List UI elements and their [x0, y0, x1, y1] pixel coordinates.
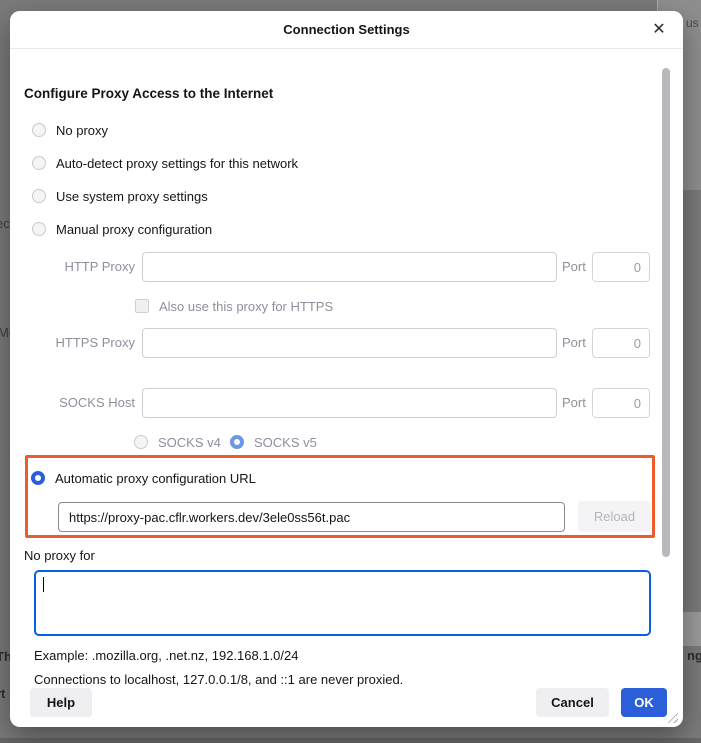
radio-row-auto-detect[interactable]: Auto-detect proxy settings for this netw… — [32, 155, 298, 171]
socks-host-input[interactable] — [142, 388, 557, 418]
text-caret — [43, 577, 44, 592]
background-text-fragment: us — [686, 16, 699, 30]
radio-label: Manual proxy configuration — [56, 222, 212, 237]
ok-button[interactable]: OK — [621, 688, 667, 717]
proxy-url-input[interactable] — [58, 502, 565, 532]
radio-row-socks-v4[interactable]: SOCKS v4 — [134, 434, 221, 450]
radio-row-manual-proxy[interactable]: Manual proxy configuration — [32, 221, 212, 237]
radio-icon[interactable] — [32, 189, 46, 203]
radio-label: SOCKS v5 — [254, 435, 317, 450]
checkbox-label: Also use this proxy for HTTPS — [159, 299, 333, 314]
radio-icon[interactable] — [134, 435, 148, 449]
radio-label: Use system proxy settings — [56, 189, 208, 204]
checkbox-icon[interactable] — [135, 299, 149, 313]
radio-icon-selected[interactable] — [230, 435, 244, 449]
https-proxy-input[interactable] — [142, 328, 557, 358]
radio-icon[interactable] — [32, 222, 46, 236]
background-text-fragment: ec — [0, 216, 10, 231]
socks-port-label: Port — [562, 388, 586, 418]
reload-button[interactable]: Reload — [578, 501, 651, 532]
close-icon[interactable]: ✕ — [647, 18, 671, 42]
dialog-title: Connection Settings — [10, 11, 683, 49]
https-port-label: Port — [562, 328, 586, 358]
radio-label: Auto-detect proxy settings for this netw… — [56, 156, 298, 171]
background-text-fragment: rt — [0, 686, 5, 701]
radio-icon[interactable] — [32, 156, 46, 170]
section-heading: Configure Proxy Access to the Internet — [24, 86, 273, 101]
http-port-label: Port — [562, 252, 586, 282]
http-port-input[interactable] — [592, 252, 650, 282]
help-button[interactable]: Help — [30, 688, 92, 717]
cancel-button[interactable]: Cancel — [536, 688, 609, 717]
dialog-header: Connection Settings ✕ — [10, 11, 683, 49]
radio-row-socks-v5[interactable]: SOCKS v5 — [230, 434, 317, 450]
screen: ec Me Th rt ng us Connection Settings ✕ … — [0, 0, 701, 743]
use-for-https-checkbox-row[interactable]: Also use this proxy for HTTPS — [135, 298, 333, 314]
socks-port-input[interactable] — [592, 388, 650, 418]
socks-host-label: SOCKS Host — [24, 388, 135, 418]
radio-row-system-proxy[interactable]: Use system proxy settings — [32, 188, 208, 204]
radio-icon[interactable] — [32, 123, 46, 137]
no-proxy-note-text: Connections to localhost, 127.0.0.1/8, a… — [34, 672, 403, 687]
radio-row-auto-proxy-url[interactable]: Automatic proxy configuration URL — [31, 470, 256, 486]
background-text-fragment: ng — [687, 648, 701, 663]
background-band-bottom — [0, 738, 701, 743]
no-proxy-for-label: No proxy for — [24, 548, 95, 563]
http-proxy-label: HTTP Proxy — [24, 252, 135, 282]
background-band — [683, 612, 701, 646]
no-proxy-example-text: Example: .mozilla.org, .net.nz, 192.168.… — [34, 648, 299, 663]
radio-label: No proxy — [56, 123, 108, 138]
connection-settings-dialog: Connection Settings ✕ Configure Proxy Ac… — [10, 11, 683, 727]
http-proxy-input[interactable] — [142, 252, 557, 282]
radio-icon-selected[interactable] — [31, 471, 45, 485]
scrollbar-thumb[interactable] — [662, 68, 670, 557]
radio-label: SOCKS v4 — [158, 435, 221, 450]
no-proxy-for-textarea[interactable] — [34, 570, 651, 636]
radio-label: Automatic proxy configuration URL — [55, 471, 256, 486]
radio-row-no-proxy[interactable]: No proxy — [32, 122, 108, 138]
https-port-input[interactable] — [592, 328, 650, 358]
https-proxy-label: HTTPS Proxy — [24, 328, 135, 358]
